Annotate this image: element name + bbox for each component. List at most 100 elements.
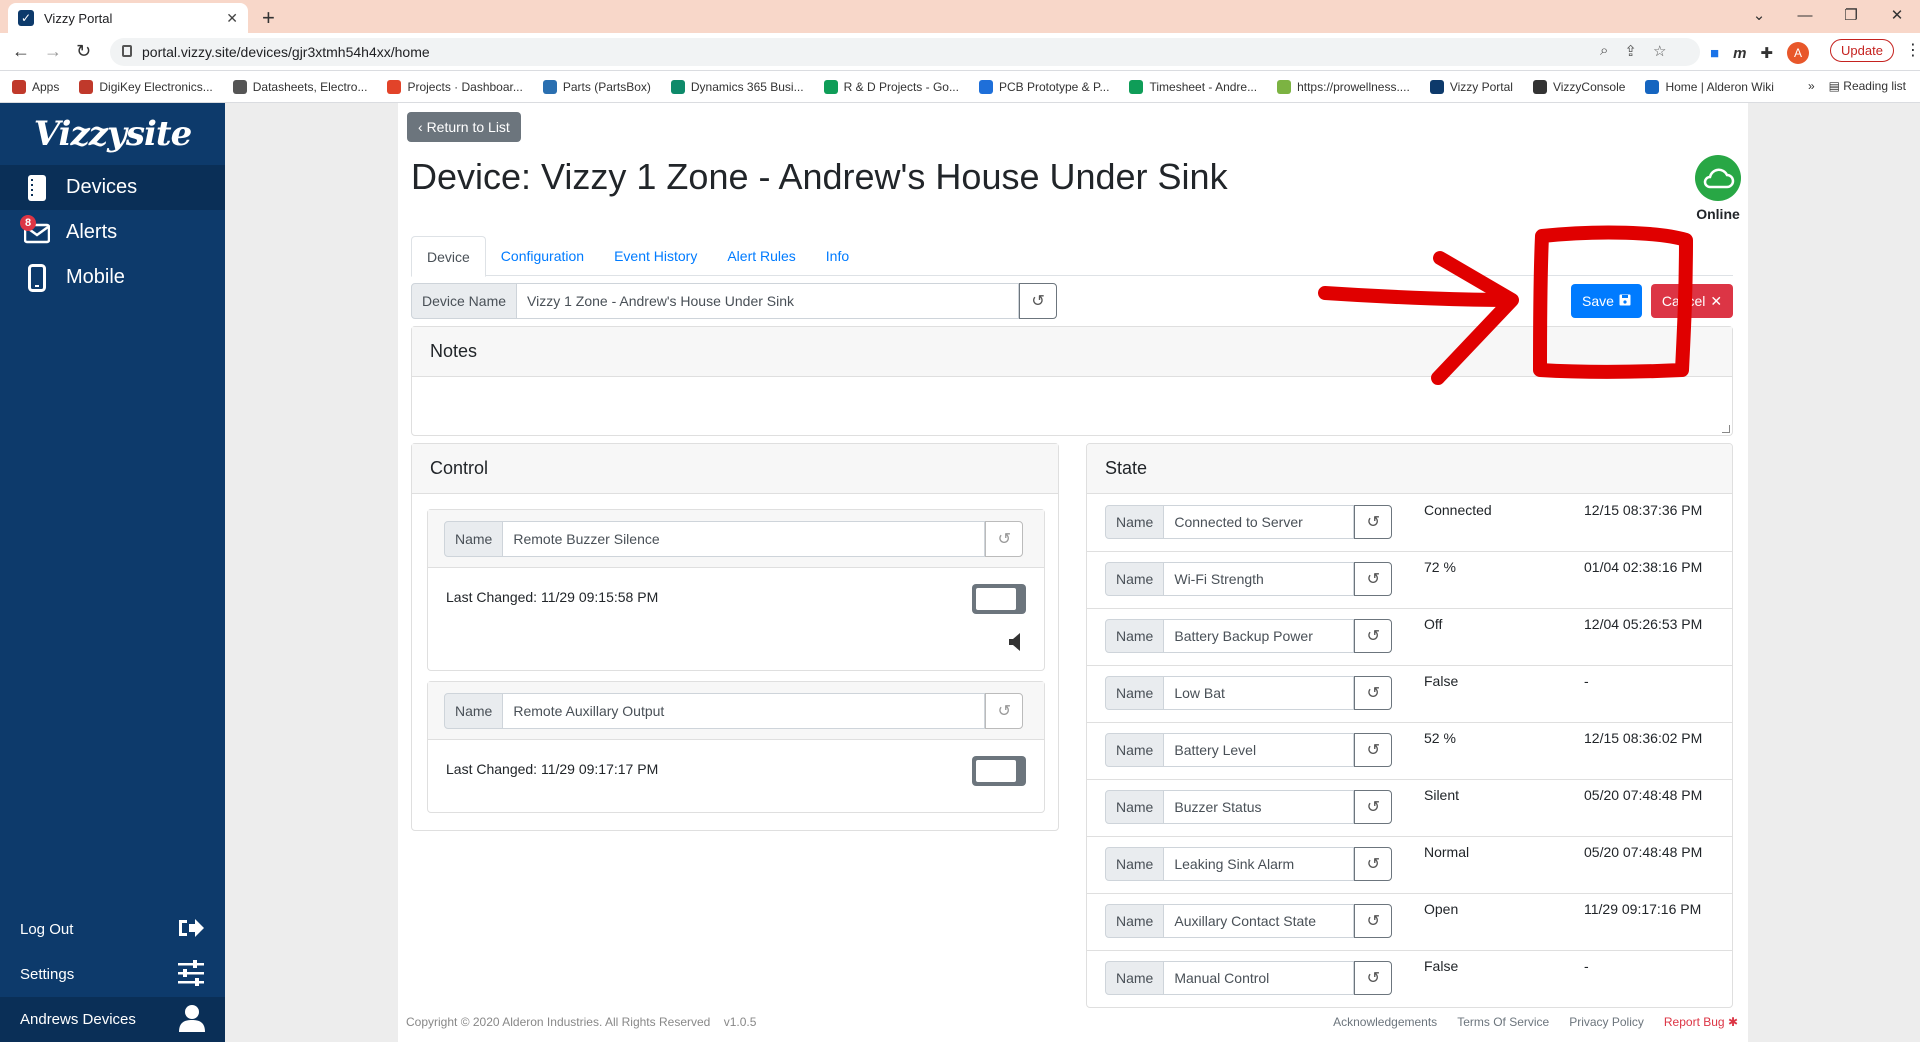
tab-search-icon[interactable]: ⌄: [1736, 4, 1782, 28]
bookmark-label: Projects · Dashboar...: [407, 79, 523, 94]
speaker-icon: [1008, 632, 1024, 657]
state-name-field[interactable]: Wi-Fi Strength: [1164, 562, 1355, 596]
bookmark-item[interactable]: Apps: [12, 79, 59, 94]
menu-icon[interactable]: ⋮: [1905, 40, 1920, 60]
aux-output-toggle[interactable]: [972, 756, 1026, 786]
tab-device[interactable]: Device: [411, 236, 486, 277]
bookmark-item[interactable]: Parts (PartsBox): [542, 79, 651, 94]
user-account-button[interactable]: Andrews Devices: [0, 997, 225, 1042]
notes-textarea[interactable]: [412, 377, 1732, 435]
undo-icon: ↺: [1366, 856, 1381, 873]
state-reset-button[interactable]: ↺: [1354, 961, 1393, 995]
bookmark-item[interactable]: DigiKey Electronics...: [79, 79, 213, 94]
save-button[interactable]: Save: [1571, 284, 1642, 318]
state-name-field[interactable]: Auxillary Contact State: [1164, 904, 1355, 938]
forward-icon[interactable]: →: [44, 41, 62, 62]
bookmark-item[interactable]: R & D Projects - Go...: [823, 79, 959, 94]
bookmark-item[interactable]: https://prowellness....: [1277, 79, 1410, 94]
zoom-icon[interactable]: ⌕: [1600, 42, 1608, 60]
update-button[interactable]: Update: [1830, 39, 1894, 62]
resize-handle-icon[interactable]: [1722, 425, 1730, 433]
bookmark-item[interactable]: Projects · Dashboar...: [387, 79, 523, 94]
tab-alert-rules[interactable]: Alert Rules: [712, 236, 810, 275]
bookmark-item[interactable]: Dynamics 365 Busi...: [670, 79, 804, 94]
state-reset-button[interactable]: ↺: [1354, 619, 1393, 653]
state-title: State: [1087, 444, 1732, 494]
new-tab-icon[interactable]: +: [262, 5, 275, 31]
profile-avatar[interactable]: A: [1786, 42, 1809, 64]
settings-button[interactable]: Settings: [0, 952, 225, 997]
device-tabs: Device Configuration Event History Alert…: [411, 236, 1733, 277]
sidebar-item-alerts[interactable]: 8 Alerts: [0, 210, 225, 255]
tab-info[interactable]: Info: [811, 236, 864, 275]
bookmark-item[interactable]: VizzyConsole: [1532, 79, 1625, 94]
cancel-label: Cancel: [1661, 293, 1706, 309]
acknowledgements-link[interactable]: Acknowledgements: [1333, 1015, 1437, 1029]
bookmark-item[interactable]: Home | Alderon Wiki: [1645, 79, 1774, 94]
state-reset-button[interactable]: ↺: [1354, 733, 1393, 767]
cancel-button[interactable]: Cancel ✕: [1651, 284, 1733, 318]
reading-list-button[interactable]: ▤ Reading list: [1829, 79, 1906, 93]
save-label: Save: [1582, 293, 1614, 309]
bookmark-item[interactable]: Vizzy Portal: [1429, 79, 1513, 94]
report-bug-link[interactable]: Report Bug ✱: [1664, 1015, 1738, 1029]
restore-icon[interactable]: ❐: [1828, 4, 1874, 28]
state-name-field[interactable]: Buzzer Status: [1164, 790, 1355, 824]
buzzer-silence-toggle[interactable]: [972, 584, 1026, 614]
share-icon[interactable]: ⇪: [1624, 42, 1637, 60]
control-item: Name Remote Auxillary Output ↺ Last Chan…: [427, 681, 1045, 813]
extension-blue-icon[interactable]: ■: [1710, 45, 1719, 62]
mobile-icon: [24, 263, 50, 292]
state-value: 52 %: [1424, 730, 1456, 746]
browser-tab[interactable]: ✓ Vizzy Portal ✕: [8, 3, 248, 33]
tab-configuration[interactable]: Configuration: [486, 236, 599, 275]
state-timestamp: -: [1584, 958, 1589, 974]
window-controls: ⌄ — ❐ ✕: [1736, 4, 1920, 28]
back-icon[interactable]: ←: [12, 41, 30, 62]
state-timestamp: 05/20 07:48:48 PM: [1584, 844, 1703, 860]
bookmark-label: Datasheets, Electro...: [252, 79, 368, 94]
state-name-field[interactable]: Low Bat: [1164, 676, 1355, 710]
device-name-field[interactable]: Vizzy 1 Zone - Andrew's House Under Sink: [517, 283, 1020, 319]
state-reset-button[interactable]: ↺: [1354, 790, 1393, 824]
state-name-field[interactable]: Battery Level: [1164, 733, 1355, 767]
bookmark-item[interactable]: Datasheets, Electro...: [232, 79, 368, 94]
url-field[interactable]: portal.vizzy.site/devices/gjr3xtmh54h4xx…: [110, 38, 1700, 66]
state-reset-button[interactable]: ↺: [1354, 505, 1393, 539]
bookmark-star-icon[interactable]: ☆: [1653, 42, 1666, 60]
state-name-field[interactable]: Connected to Server: [1164, 505, 1355, 539]
control-name-field[interactable]: Remote Buzzer Silence: [503, 521, 986, 557]
bookmark-favicon-icon: [232, 79, 247, 94]
sidebar-item-devices[interactable]: Devices: [0, 165, 225, 210]
state-reset-button[interactable]: ↺: [1354, 904, 1393, 938]
more-bookmarks-icon[interactable]: »: [1808, 79, 1815, 93]
vizzysite-logo[interactable]: Vizzysite: [0, 103, 225, 165]
minimize-icon[interactable]: —: [1782, 4, 1828, 28]
state-reset-button[interactable]: ↺: [1354, 676, 1393, 710]
bookmark-item[interactable]: Timesheet - Andre...: [1129, 79, 1257, 94]
privacy-link[interactable]: Privacy Policy: [1569, 1015, 1644, 1029]
state-reset-button[interactable]: ↺: [1354, 847, 1393, 881]
state-name-field[interactable]: Battery Backup Power: [1164, 619, 1355, 653]
cloud-icon: [1695, 155, 1741, 201]
state-name-field[interactable]: Leaking Sink Alarm: [1164, 847, 1355, 881]
tab-event-history[interactable]: Event History: [599, 236, 712, 275]
device-name-reset-button[interactable]: ↺: [1019, 283, 1058, 319]
control-reset-button[interactable]: ↺: [985, 521, 1024, 557]
bookmark-item[interactable]: PCB Prototype & P...: [978, 79, 1109, 94]
state-reset-button[interactable]: ↺: [1354, 562, 1393, 596]
sidebar-item-mobile[interactable]: Mobile: [0, 255, 225, 300]
bookmark-label: R & D Projects - Go...: [843, 79, 959, 94]
control-reset-button[interactable]: ↺: [985, 693, 1024, 729]
return-to-list-button[interactable]: ‹ Return to List: [407, 112, 521, 142]
state-name-field[interactable]: Manual Control: [1164, 961, 1355, 995]
reload-icon[interactable]: ↻: [76, 41, 91, 62]
control-name-field[interactable]: Remote Auxillary Output: [503, 693, 986, 729]
close-window-icon[interactable]: ✕: [1874, 4, 1920, 28]
tab-close-icon[interactable]: ✕: [226, 10, 238, 27]
logout-button[interactable]: Log Out: [0, 907, 225, 952]
extensions-puzzle-icon[interactable]: ✚: [1760, 44, 1773, 62]
bookmark-favicon-icon: [1277, 79, 1292, 94]
extension-m-icon[interactable]: m: [1733, 45, 1746, 62]
terms-link[interactable]: Terms Of Service: [1457, 1015, 1549, 1029]
